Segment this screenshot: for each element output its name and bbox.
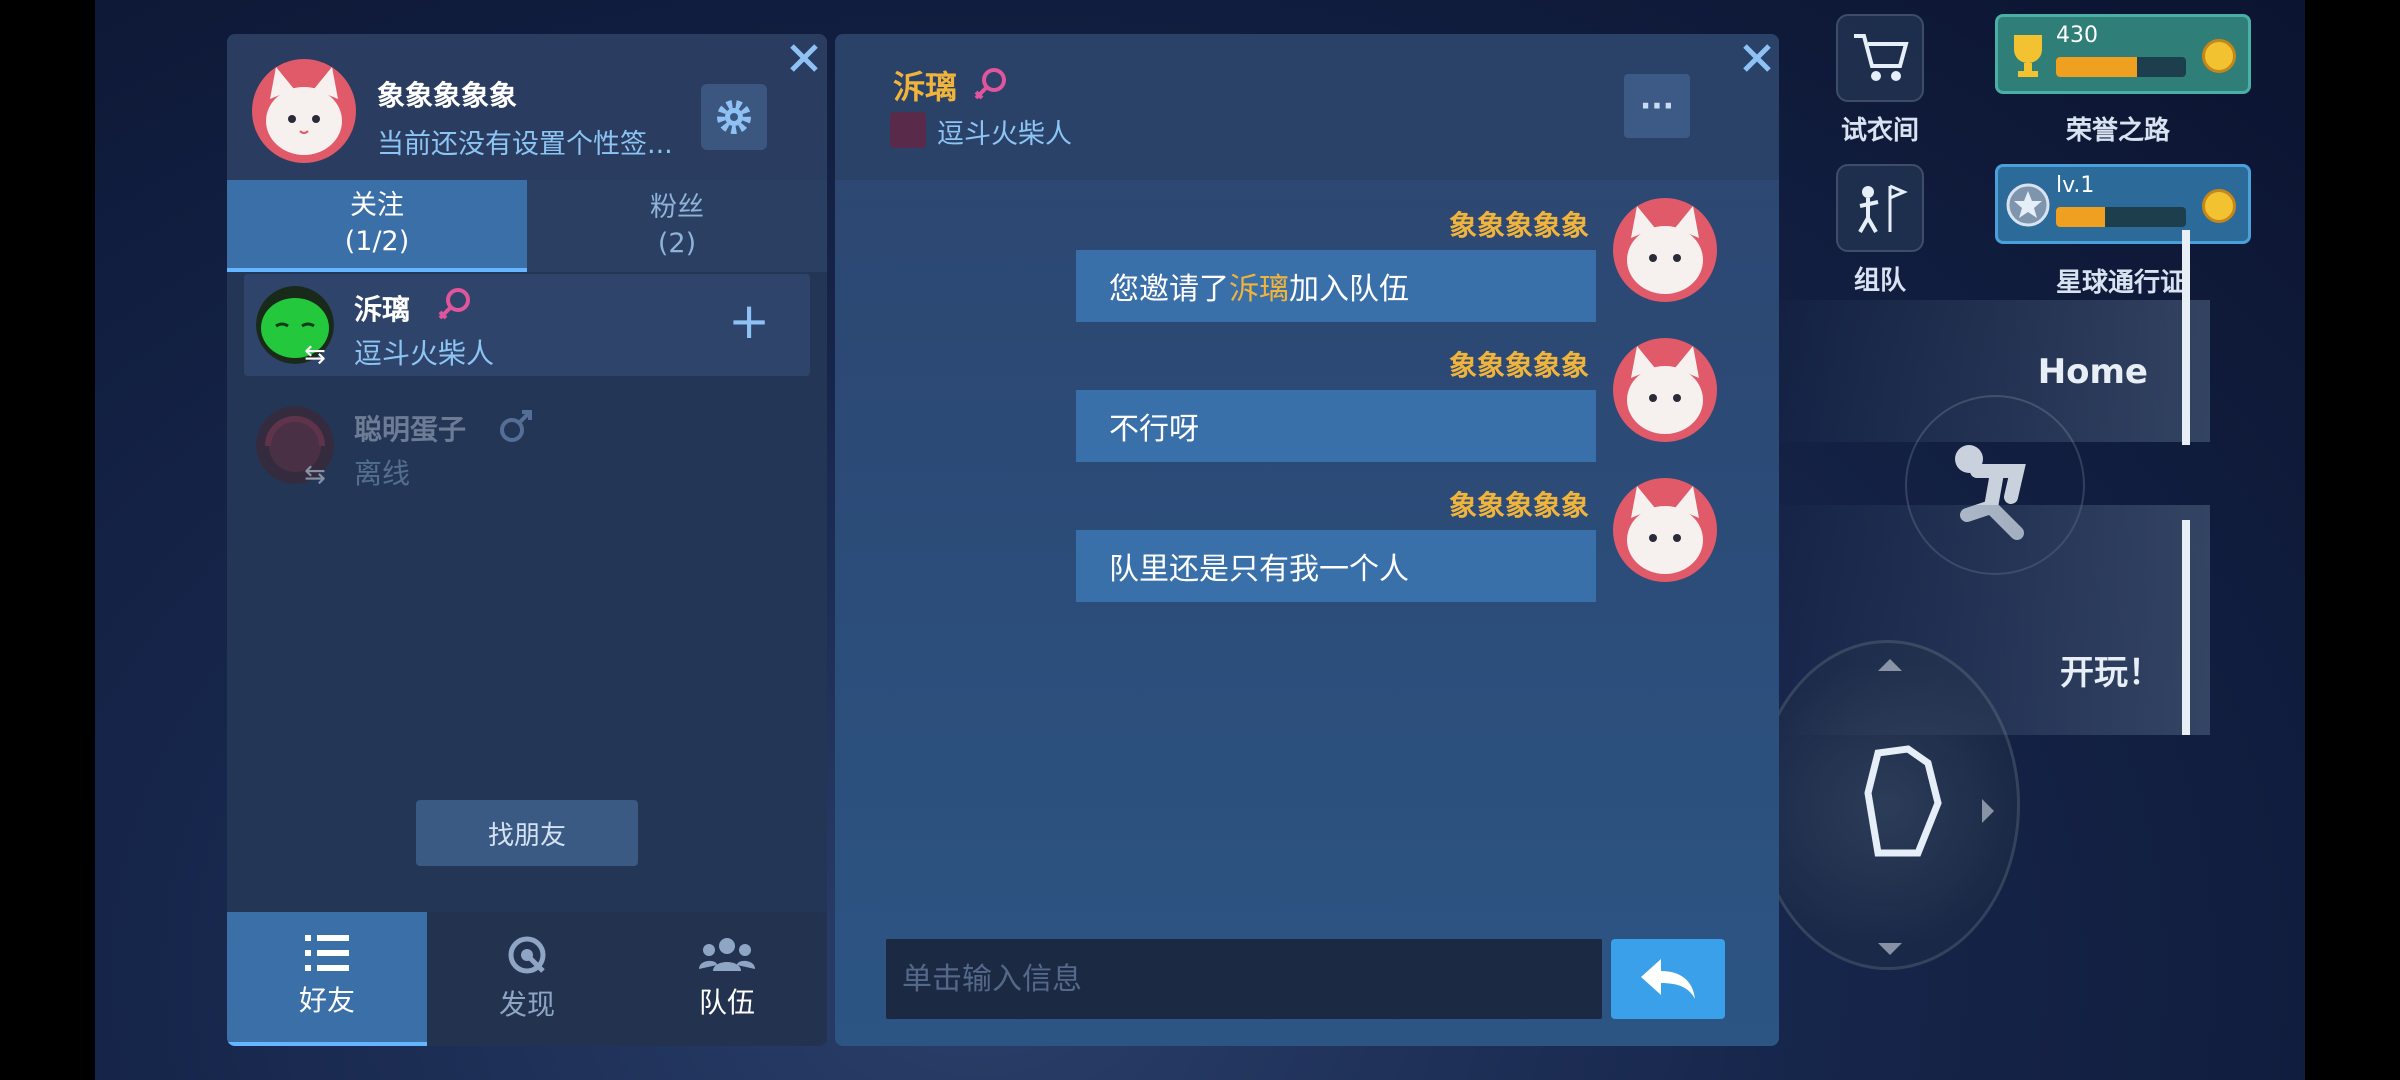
home-label: Home xyxy=(2037,352,2148,392)
tab-following[interactable]: 关注 (1/2) xyxy=(227,180,527,272)
contact-status: 逗斗火柴人 xyxy=(937,119,1072,150)
friend-item[interactable]: ⇆ 泝璃 逗斗火柴人 + xyxy=(244,274,810,376)
tab-fans[interactable]: 粉丝 (2) xyxy=(527,180,827,272)
tab-following-label: 关注 xyxy=(350,190,404,221)
trial-room-button[interactable]: 试衣间 xyxy=(1836,14,1924,147)
discover-icon xyxy=(508,936,546,974)
message-bubble: 队里还是只有我一个人 xyxy=(1076,530,1596,602)
team-up-button[interactable]: 组队 xyxy=(1836,164,1924,297)
settings-button[interactable] xyxy=(701,84,767,150)
more-options-button[interactable]: ··· xyxy=(1624,74,1690,138)
list-icon xyxy=(305,935,349,971)
contact-name: 泝璃 xyxy=(893,68,958,106)
honor-road-bar[interactable]: 430 xyxy=(1995,14,2251,94)
message-bubble: 不行呀 xyxy=(1076,390,1596,462)
message-input[interactable] xyxy=(886,939,1602,1019)
game-avatar xyxy=(890,112,926,148)
cat-avatar xyxy=(1613,198,1717,302)
play-label: 开玩！ xyxy=(2060,653,2162,693)
friends-panel: 象象象象象 当前还没有设置个性签... 关注 (1/2) 粉丝 (2) ⇆ 泝璃… xyxy=(227,34,827,1046)
message-text: 不行呀 xyxy=(1109,412,1199,447)
message-text: 加入队伍 xyxy=(1289,272,1409,307)
chat-header: 泝璃 逗斗火柴人 ··· xyxy=(835,34,1779,180)
my-profile[interactable]: 象象象象象 当前还没有设置个性签... xyxy=(227,34,827,180)
joystick[interactable] xyxy=(1755,640,2020,970)
trial-room-label: 试衣间 xyxy=(1840,116,1919,146)
friend-status: 离线 xyxy=(354,457,411,490)
message-highlight-name: 泝璃 xyxy=(1229,272,1289,307)
team-icon xyxy=(699,938,755,971)
divider xyxy=(2182,520,2190,735)
cart-icon xyxy=(1836,14,1924,102)
pass-progress xyxy=(2056,207,2186,227)
find-friends-button[interactable]: 找朋友 xyxy=(416,800,638,866)
pass-level: lv.1 xyxy=(2056,173,2095,198)
friend-name: 聪明蛋子 xyxy=(354,413,467,446)
message-sender: 象象象象象 xyxy=(1448,489,1589,522)
letterbox-left xyxy=(0,0,95,1080)
honor-value: 430 xyxy=(2056,23,2098,48)
message-text: 队里还是只有我一个人 xyxy=(1109,552,1409,587)
cat-avatar xyxy=(1613,338,1717,442)
nav-friends[interactable]: 好友 xyxy=(227,912,427,1046)
nav-friends-label: 好友 xyxy=(298,984,355,1017)
cat-avatar xyxy=(252,59,356,163)
nav-discover[interactable]: 发现 xyxy=(427,912,627,1046)
tab-following-count: (1/2) xyxy=(344,226,410,257)
close-icon[interactable] xyxy=(784,38,824,78)
close-icon[interactable] xyxy=(1737,38,1777,78)
planet-pass-bar[interactable]: lv.1 xyxy=(1995,164,2251,244)
planet-pass-label: 星球通行证 xyxy=(2056,268,2187,298)
letterbox-right xyxy=(2305,0,2400,1080)
nav-team-label: 队伍 xyxy=(698,986,755,1019)
divider xyxy=(2182,230,2190,445)
message-input-box[interactable] xyxy=(886,939,1602,1019)
coin-icon xyxy=(2202,39,2236,73)
male-icon xyxy=(500,410,532,442)
friend-name: 泝璃 xyxy=(354,293,411,326)
honor-road-label: 荣誉之路 xyxy=(2066,116,2171,146)
honor-progress xyxy=(2056,57,2186,77)
message-text: 您邀请了 xyxy=(1109,272,1229,307)
friend-status: 逗斗火柴人 xyxy=(354,337,495,370)
friend-item[interactable]: ⇆ 聪明蛋子 离线 xyxy=(244,394,810,496)
reply-arrow-icon xyxy=(1641,959,1695,999)
coin-icon xyxy=(2202,189,2236,223)
tab-fans-count: (2) xyxy=(657,228,697,259)
star-badge-icon xyxy=(2006,183,2050,227)
tab-fans-label: 粉丝 xyxy=(650,192,704,223)
swap-icon: ⇆ xyxy=(304,460,326,490)
gear-icon xyxy=(717,100,751,134)
team-up-label: 组队 xyxy=(1853,266,1906,296)
message-sender: 象象象象象 xyxy=(1448,209,1589,242)
send-button[interactable] xyxy=(1611,939,1725,1019)
trophy-icon xyxy=(2014,35,2042,77)
team-flag-icon xyxy=(1836,164,1924,252)
nav-team[interactable]: 队伍 xyxy=(627,912,827,1046)
nav-discover-label: 发现 xyxy=(498,988,555,1021)
message-sender: 象象象象象 xyxy=(1448,349,1589,382)
cat-avatar xyxy=(1613,478,1717,582)
female-icon xyxy=(438,288,470,320)
message-bubble: 您邀请了 泝璃 加入队伍 xyxy=(1076,250,1596,322)
my-name: 象象象象象 xyxy=(377,79,518,112)
swap-icon: ⇆ xyxy=(304,340,326,370)
my-signature[interactable]: 当前还没有设置个性签... xyxy=(377,122,673,161)
add-icon[interactable]: + xyxy=(728,296,770,346)
chat-panel: 泝璃 逗斗火柴人 ··· 象象象象象 您邀请了 泝璃 加入队伍 象象象象象 不行呀 … xyxy=(835,34,1779,1046)
female-icon xyxy=(974,68,1006,100)
